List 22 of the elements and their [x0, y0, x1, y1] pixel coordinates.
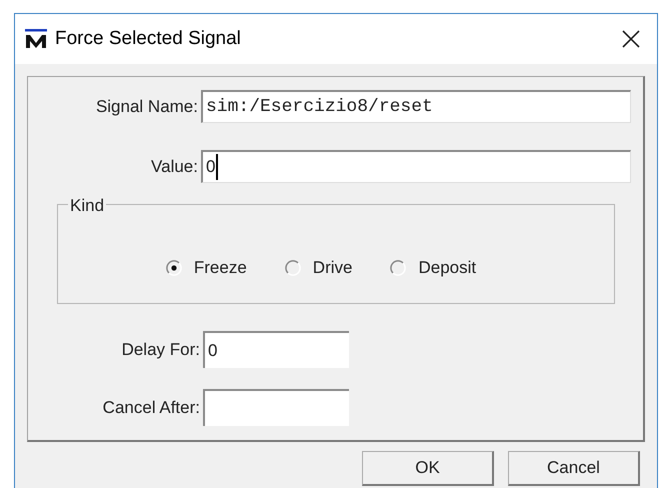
app-logo-icon	[25, 28, 47, 50]
radio-button[interactable]	[284, 260, 301, 276]
signal-name-field[interactable]: sim:/Esercizio8/reset	[201, 90, 631, 123]
field-value: sim:/Esercizio8/reset	[206, 96, 433, 118]
radio-button[interactable]	[166, 260, 182, 276]
cancel-after-field[interactable]	[203, 389, 349, 426]
value-field[interactable]: 0	[201, 150, 631, 183]
ok-button[interactable]: OK	[362, 451, 494, 486]
field-label: Value:	[150, 156, 199, 178]
field-label: Delay For:	[120, 338, 201, 361]
radio-label[interactable]: Drive	[312, 255, 352, 280]
field-value: 0	[206, 154, 218, 180]
field-label: Signal Name:	[94, 96, 199, 118]
close-icon[interactable]	[621, 29, 641, 49]
field-label: Cancel After:	[102, 396, 201, 419]
radio-button[interactable]	[390, 260, 406, 276]
cancel-button[interactable]: Cancel	[508, 451, 640, 486]
radio-label[interactable]: Freeze	[194, 255, 247, 280]
window-title: Force Selected Signal	[55, 26, 242, 51]
radio-label[interactable]: Deposit	[418, 255, 476, 280]
delay-for-field[interactable]: 0	[203, 331, 349, 368]
field-value: 0	[208, 340, 218, 362]
